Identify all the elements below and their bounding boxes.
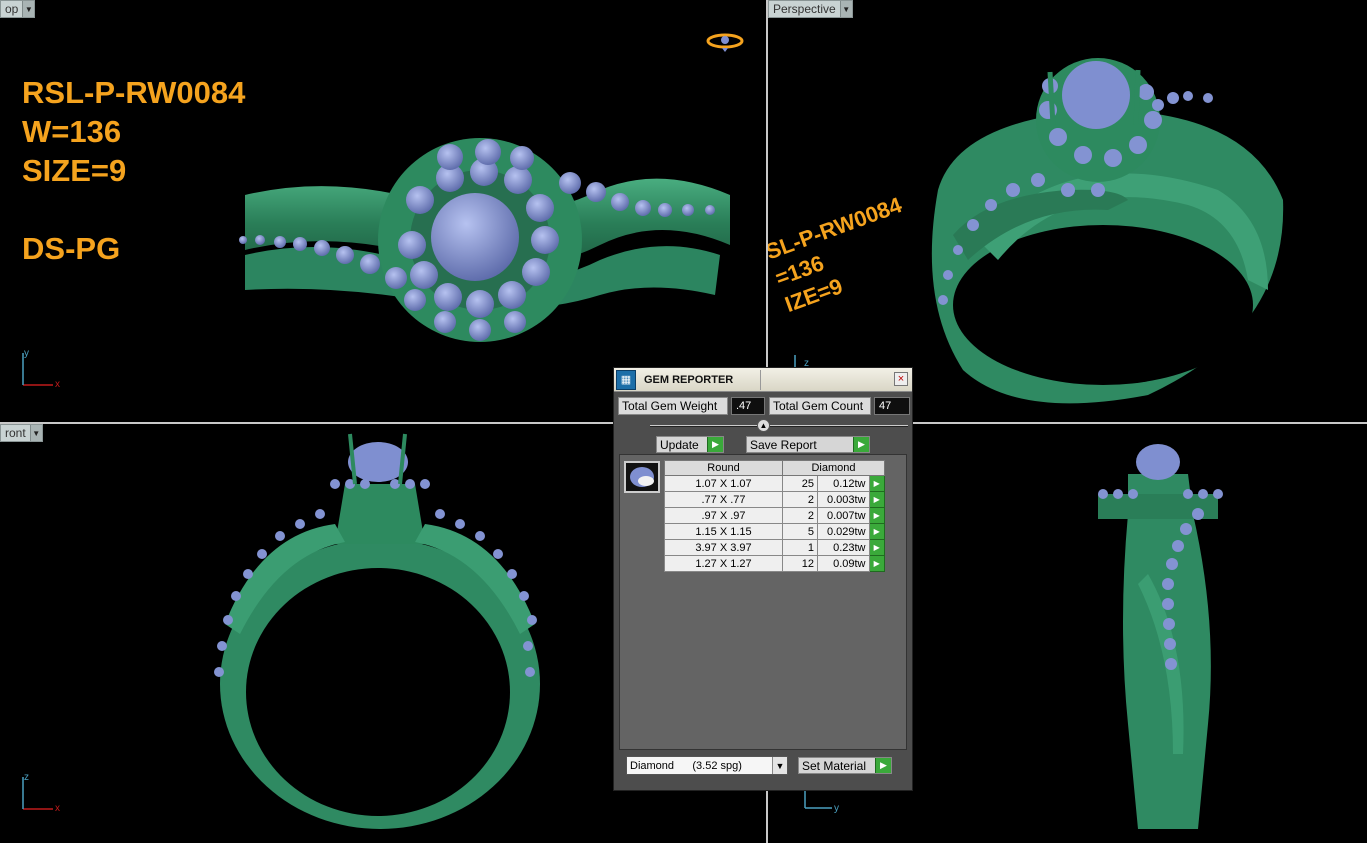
chevron-down-icon[interactable]: ▼ <box>772 757 787 774</box>
ring-label-top: RSL-P-RW0084 W=136 SIZE=9 DS-PG <box>22 73 245 268</box>
axis-label-horizontal: x <box>55 379 60 390</box>
play-arrow-icon[interactable]: ▶ <box>868 555 886 572</box>
set-material-button-label: Set Material <box>802 758 867 773</box>
gem-row[interactable]: .97 X .97 2 0.007tw ▶ <box>664 507 886 524</box>
update-button-label: Update <box>660 437 699 452</box>
action-row: Update ▶ Save Report ▶ <box>614 436 912 453</box>
gem-weight: 0.12tw <box>817 475 870 492</box>
total-gem-weight-value: .47 <box>731 397 765 415</box>
gem-row[interactable]: 3.97 X 3.97 1 0.23tw ▶ <box>664 539 886 556</box>
save-report-button[interactable]: Save Report ▶ <box>746 436 870 453</box>
top-viewport[interactable]: op ▼ RSL-P-RW0084 W=136 SIZE=9 DS-PG y x <box>0 0 766 422</box>
gem-count: 1 <box>781 539 819 556</box>
material-column-header: Diamond <box>782 460 885 476</box>
viewport-menu-perspective[interactable]: Perspective ▼ <box>768 0 853 18</box>
total-gem-count-label: Total Gem Count <box>769 397 871 415</box>
gem-weight: 0.003tw <box>817 491 870 508</box>
gem-size: .97 X .97 <box>664 507 783 524</box>
viewport-label: ront <box>5 426 26 440</box>
round-gem-icon[interactable] <box>624 461 660 493</box>
update-button[interactable]: Update ▶ <box>656 436 724 453</box>
play-arrow-icon[interactable]: ▶ <box>868 539 886 556</box>
viewport-menu-top[interactable]: op ▼ <box>0 0 36 18</box>
gem-row[interactable]: .77 X .77 2 0.003tw ▶ <box>664 491 886 508</box>
dropdown-arrow-icon[interactable]: ▼ <box>839 1 852 17</box>
set-material-button[interactable]: Set Material ▶ <box>798 757 892 774</box>
gem-count: 2 <box>781 491 819 508</box>
axis-gizmo-front: z x <box>18 772 68 822</box>
material-row: Diamond (3.52 spg) ▼ Set Material ▶ <box>626 756 892 775</box>
gem-row[interactable]: 1.07 X 1.07 25 0.12tw ▶ <box>664 475 886 492</box>
dialog-title: GEM REPORTER <box>644 373 734 386</box>
gem-weight: 0.029tw <box>817 523 870 540</box>
total-gem-weight-label: Total Gem Weight <box>618 397 728 415</box>
ring-model-code: RSL-P-RW0084 <box>22 75 246 110</box>
gem-count: 25 <box>781 475 819 492</box>
gem-table: Round Diamond 1.07 X 1.07 25 0.12tw ▶ .77 X … <box>664 460 886 572</box>
perspective-viewport[interactable]: Perspective ▼ SL-P-RW0084 =136 IZE=9 z <box>768 0 1367 422</box>
play-arrow-icon[interactable]: ▶ <box>868 523 886 540</box>
play-arrow-icon: ▶ <box>707 437 723 452</box>
gem-reporter-dialog[interactable]: ▦ GEM REPORTER × Total Gem Weight .47 To… <box>613 367 913 791</box>
gem-weight: 0.23tw <box>817 539 870 556</box>
viewport-label: Perspective <box>773 2 836 16</box>
ring-thumbnail-icon[interactable] <box>705 30 745 54</box>
gem-count: 5 <box>781 523 819 540</box>
gem-count: 12 <box>781 555 819 572</box>
dropdown-arrow-icon[interactable]: ▼ <box>22 1 35 17</box>
close-icon[interactable]: × <box>894 372 908 386</box>
axis-label-vertical: z <box>24 772 29 783</box>
gem-size: 1.07 X 1.07 <box>664 475 783 492</box>
size-slider[interactable]: ▲ <box>614 419 912 433</box>
axis-gizmo-top: y x <box>18 348 68 398</box>
gem-size: 1.15 X 1.15 <box>664 523 783 540</box>
play-arrow-icon: ▶ <box>875 758 891 773</box>
play-arrow-icon: ▶ <box>853 437 869 452</box>
axis-label-horizontal: y <box>834 803 839 814</box>
material-select[interactable]: Diamond (3.52 spg) ▼ <box>626 756 788 775</box>
gem-row[interactable]: 1.27 X 1.27 12 0.09tw ▶ <box>664 555 886 572</box>
gem-size: 3.97 X 3.97 <box>664 539 783 556</box>
total-gem-count-value: 47 <box>874 397 910 415</box>
material-select-value: Diamond (3.52 spg) <box>630 759 742 772</box>
gem-list-panel[interactable]: Round Diamond 1.07 X 1.07 25 0.12tw ▶ .77 X … <box>619 454 907 750</box>
gem-weight: 0.007tw <box>817 507 870 524</box>
save-report-button-label: Save Report <box>750 437 817 452</box>
axis-gizmo-right: y <box>800 788 850 838</box>
viewport-label: op <box>5 2 19 16</box>
gem-row[interactable]: 1.15 X 1.15 5 0.029tw ▶ <box>664 523 886 540</box>
ring-size: SIZE=9 <box>22 153 127 188</box>
dialog-titlebar[interactable]: ▦ GEM REPORTER × <box>614 368 912 392</box>
ring-type-code: DS-PG <box>22 231 121 266</box>
gem-reporter-app-icon: ▦ <box>616 369 636 390</box>
slider-handle[interactable]: ▲ <box>757 419 770 432</box>
dropdown-arrow-icon[interactable]: ▼ <box>29 425 42 441</box>
play-arrow-icon[interactable]: ▶ <box>868 475 886 492</box>
shape-column-header: Round <box>664 460 783 476</box>
play-arrow-icon[interactable]: ▶ <box>868 507 886 524</box>
gem-weight: 0.09tw <box>817 555 870 572</box>
axis-label-vertical: y <box>24 348 29 359</box>
ring-weight: W=136 <box>22 114 122 149</box>
gem-size: 1.27 X 1.27 <box>664 555 783 572</box>
play-arrow-icon[interactable]: ▶ <box>868 491 886 508</box>
gem-count: 2 <box>781 507 819 524</box>
gem-size: .77 X .77 <box>664 491 783 508</box>
titlebar-separator <box>760 369 761 390</box>
totals-row: Total Gem Weight .47 Total Gem Count 47 <box>614 397 912 415</box>
slider-track[interactable] <box>650 425 908 427</box>
axis-label-horizontal: x <box>55 803 60 814</box>
viewport-menu-front[interactable]: ront ▼ <box>0 424 43 442</box>
